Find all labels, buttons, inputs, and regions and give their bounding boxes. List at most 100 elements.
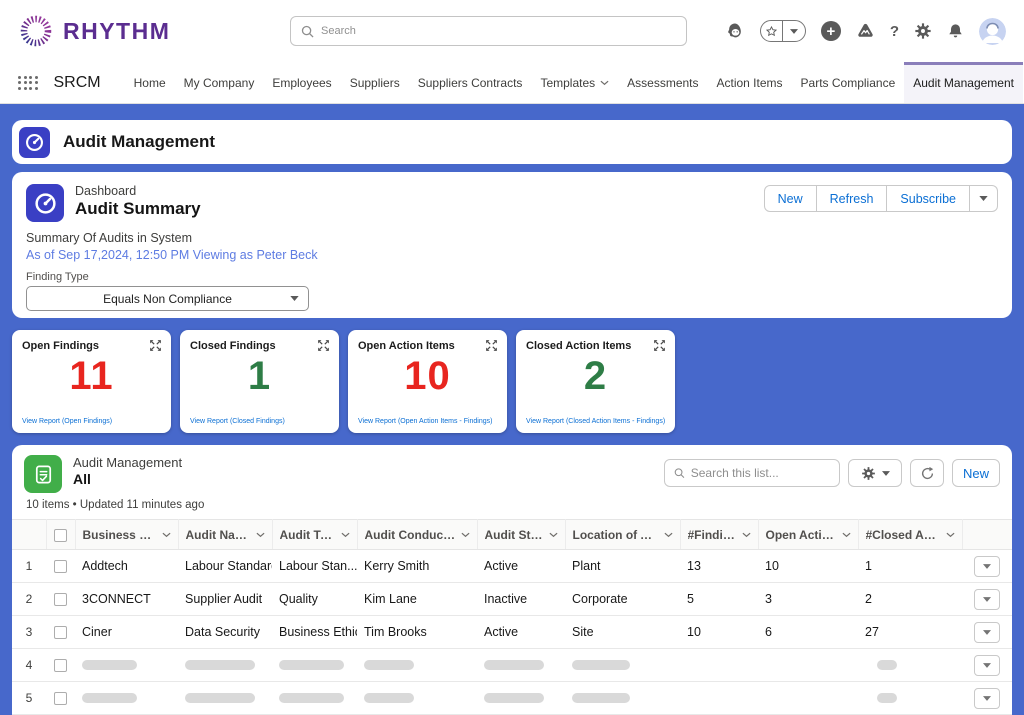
column-closed-action[interactable]: #Closed Action... bbox=[858, 520, 962, 550]
cell-open-action: 10 bbox=[758, 550, 858, 583]
global-search[interactable] bbox=[290, 16, 687, 46]
new-button[interactable]: New bbox=[764, 185, 817, 212]
tab-home[interactable]: Home bbox=[125, 62, 175, 103]
refresh-button[interactable]: Refresh bbox=[817, 185, 888, 212]
tab-templates[interactable]: Templates bbox=[531, 62, 618, 103]
guidance-icon[interactable] bbox=[856, 22, 875, 40]
select-all-checkbox[interactable] bbox=[46, 520, 75, 550]
cell-location: Corporate bbox=[565, 583, 680, 616]
dashboard-gauge-icon bbox=[19, 127, 50, 158]
row-actions-menu[interactable] bbox=[974, 622, 1000, 643]
skeleton-pill bbox=[877, 660, 897, 670]
chevron-down-icon bbox=[664, 532, 673, 538]
tab-suppliers[interactable]: Suppliers bbox=[341, 62, 409, 103]
metric-value: 10 bbox=[358, 355, 497, 397]
dashboard-title: Audit Summary bbox=[75, 199, 201, 219]
rhythm-logo: RHYTHM bbox=[18, 13, 170, 49]
column-open-action[interactable]: Open Action... bbox=[758, 520, 858, 550]
skeleton-pill bbox=[484, 693, 544, 703]
list-search[interactable] bbox=[664, 459, 840, 487]
tab-audit-management[interactable]: Audit Management bbox=[904, 62, 1023, 103]
expand-icon[interactable] bbox=[317, 339, 330, 352]
tab-my-company[interactable]: My Company bbox=[175, 62, 264, 103]
chevron-down-icon bbox=[290, 296, 299, 301]
skeleton-pill bbox=[484, 660, 544, 670]
view-report-link[interactable]: View Report (Closed Findings) bbox=[190, 418, 285, 425]
metric-card-closed-findings: Closed Findings 1 View Report (Closed Fi… bbox=[180, 330, 339, 433]
favorites-dropdown-icon[interactable] bbox=[782, 21, 805, 41]
cell-audit-type: Business Ethics bbox=[272, 616, 357, 649]
row-checkbox[interactable] bbox=[54, 692, 67, 705]
cell-location: Site bbox=[565, 616, 680, 649]
metric-card-open-action-items: Open Action Items 10 View Report (Open A… bbox=[348, 330, 507, 433]
cell-audit-type: Quality bbox=[272, 583, 357, 616]
chevron-down-icon bbox=[882, 471, 890, 476]
column-findings[interactable]: #Findings bbox=[680, 520, 758, 550]
record-type-label: Dashboard bbox=[75, 184, 201, 198]
notifications-bell-icon[interactable] bbox=[947, 22, 964, 40]
table-row-loading: 4 bbox=[12, 649, 1012, 682]
app-name: SRCM bbox=[54, 74, 101, 92]
row-actions-menu[interactable] bbox=[974, 556, 1000, 577]
column-audit-name[interactable]: Audit Name bbox=[178, 520, 272, 550]
app-launcher-icon[interactable] bbox=[18, 76, 38, 90]
favorites-pill[interactable] bbox=[760, 20, 806, 42]
expand-icon[interactable] bbox=[485, 339, 498, 352]
page-banner: Audit Management bbox=[12, 120, 1012, 164]
row-actions-menu[interactable] bbox=[974, 589, 1000, 610]
dashboard-actions: New Refresh Subscribe bbox=[764, 185, 998, 212]
help-icon[interactable]: ? bbox=[890, 23, 899, 40]
list-view-name[interactable]: All bbox=[73, 471, 182, 487]
list-settings-button[interactable] bbox=[848, 459, 902, 487]
tab-suppliers-contracts[interactable]: Suppliers Contracts bbox=[409, 62, 532, 103]
column-audit-type[interactable]: Audit Type bbox=[272, 520, 357, 550]
row-checkbox[interactable] bbox=[54, 659, 67, 672]
nav-tabs: Home My Company Employees Suppliers Supp… bbox=[125, 62, 1024, 103]
cell-closed-action: 27 bbox=[858, 616, 962, 649]
dashboard-card: Dashboard Audit Summary New Refresh Subs… bbox=[12, 172, 1012, 318]
skeleton-pill bbox=[82, 693, 137, 703]
row-number-header bbox=[12, 520, 46, 550]
dashboard-description: Summary Of Audits in System bbox=[26, 231, 998, 245]
top-bar: RHYTHM + bbox=[0, 0, 1024, 62]
finding-type-select[interactable]: Equals Non Compliance bbox=[26, 286, 309, 311]
dashboard-as-of-link[interactable]: As of Sep 17,2024, 12:50 PM Viewing as P… bbox=[26, 248, 998, 262]
setup-gear-icon[interactable] bbox=[914, 22, 932, 40]
row-actions-menu[interactable] bbox=[974, 655, 1000, 676]
list-search-input[interactable] bbox=[691, 466, 830, 480]
view-report-link[interactable]: View Report (Open Findings) bbox=[22, 418, 112, 425]
favorite-star-icon[interactable] bbox=[761, 21, 783, 41]
metric-cards: Open Findings 11 View Report (Open Findi… bbox=[12, 330, 1012, 433]
row-checkbox[interactable] bbox=[54, 626, 67, 639]
view-report-link[interactable]: View Report (Closed Action Items - Findi… bbox=[526, 418, 665, 425]
cell-open-action: 6 bbox=[758, 616, 858, 649]
cell-audit-conducted: Kerry Smith bbox=[357, 550, 477, 583]
global-search-input[interactable] bbox=[321, 25, 676, 37]
row-checkbox[interactable] bbox=[54, 560, 67, 573]
einstein-icon[interactable] bbox=[725, 21, 745, 41]
expand-icon[interactable] bbox=[149, 339, 162, 352]
more-actions-dropdown[interactable] bbox=[970, 185, 998, 212]
column-business-name[interactable]: Business Name bbox=[75, 520, 178, 550]
list-refresh-button[interactable] bbox=[910, 459, 944, 487]
skeleton-pill bbox=[572, 693, 630, 703]
tab-action-items[interactable]: Action Items bbox=[708, 62, 792, 103]
tab-employees[interactable]: Employees bbox=[263, 62, 340, 103]
column-location-of-audit[interactable]: Location of Audit bbox=[565, 520, 680, 550]
global-add-icon[interactable]: + bbox=[821, 21, 841, 41]
app-navigation: SRCM Home My Company Employees Suppliers… bbox=[0, 62, 1024, 104]
user-avatar[interactable] bbox=[979, 18, 1006, 45]
column-audit-status[interactable]: Audit Status bbox=[477, 520, 565, 550]
column-audit-conducted[interactable]: Audit Conducted... bbox=[357, 520, 477, 550]
skeleton-pill bbox=[572, 660, 630, 670]
row-checkbox[interactable] bbox=[54, 593, 67, 606]
cell-closed-action: 1 bbox=[858, 550, 962, 583]
skeleton-pill bbox=[279, 693, 344, 703]
subscribe-button[interactable]: Subscribe bbox=[887, 185, 970, 212]
row-actions-menu[interactable] bbox=[974, 688, 1000, 709]
view-report-link[interactable]: View Report (Open Action Items - Finding… bbox=[358, 418, 492, 425]
tab-assessments[interactable]: Assessments bbox=[618, 62, 707, 103]
list-new-button[interactable]: New bbox=[952, 459, 1000, 487]
tab-parts-compliance[interactable]: Parts Compliance bbox=[792, 62, 905, 103]
expand-icon[interactable] bbox=[653, 339, 666, 352]
